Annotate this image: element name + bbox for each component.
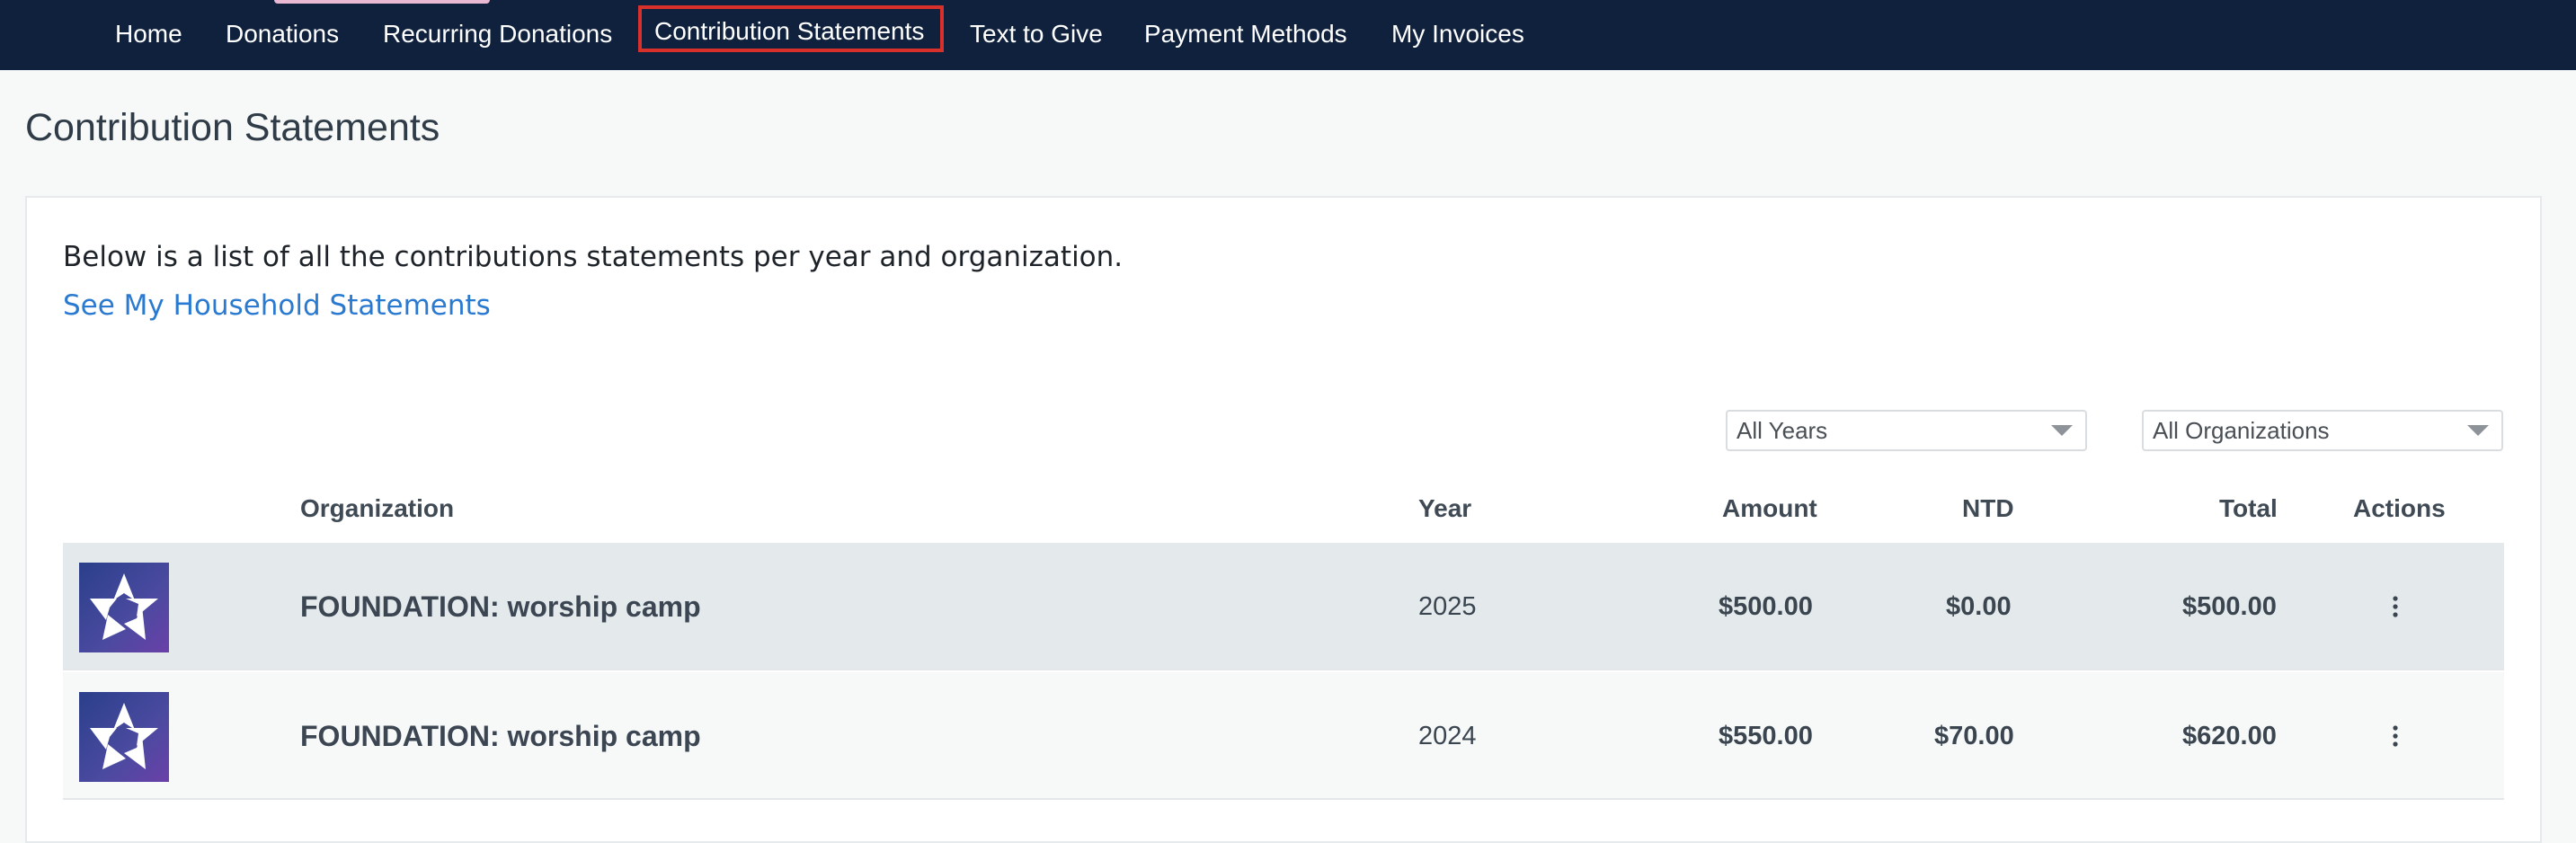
organization-filter-value: All Organizations: [2153, 417, 2330, 444]
year-filter-value: All Years: [1737, 417, 1828, 444]
organization-filter-select[interactable]: All Organizations: [2142, 410, 2503, 451]
top-navigation: Home Donations Recurring Donations Contr…: [0, 0, 2576, 70]
year-cell: 2024: [1418, 722, 1477, 750]
organization-logo-icon: [79, 563, 169, 652]
column-header-total[interactable]: Total: [2219, 494, 2278, 523]
kebab-menu-icon[interactable]: [2382, 723, 2409, 750]
nav-home[interactable]: Home: [115, 0, 182, 67]
total-cell: $620.00: [2182, 722, 2277, 750]
column-header-organization[interactable]: Organization: [300, 494, 454, 523]
intro-text: Below is a list of all the contributions…: [63, 241, 1124, 273]
nav-text-to-give[interactable]: Text to Give: [970, 0, 1103, 67]
amount-cell: $500.00: [1719, 592, 1813, 621]
amount-cell: $550.00: [1719, 722, 1813, 750]
organization-name: FOUNDATION: worship camp: [300, 590, 701, 623]
ntd-cell: $0.00: [1946, 592, 2012, 621]
total-cell: $500.00: [2182, 592, 2277, 621]
column-header-ntd[interactable]: NTD: [1962, 494, 2014, 523]
nav-contribution-statements[interactable]: Contribution Statements: [638, 5, 944, 52]
kebab-menu-icon[interactable]: [2382, 593, 2409, 620]
year-cell: 2025: [1418, 592, 1477, 621]
column-header-year[interactable]: Year: [1418, 494, 1471, 523]
household-statements-link[interactable]: See My Household Statements: [63, 289, 491, 322]
ntd-cell: $70.00: [1934, 722, 2014, 750]
column-header-actions: Actions: [2353, 494, 2446, 522]
organization-name: FOUNDATION: worship camp: [300, 720, 701, 752]
column-header-amount[interactable]: Amount: [1722, 494, 1817, 523]
caret-down-icon: [2467, 425, 2489, 436]
table-row[interactable]: FOUNDATION: worship camp 2024 $550.00 $7…: [63, 672, 2504, 800]
page-title: Contribution Statements: [25, 106, 440, 149]
year-filter-select[interactable]: All Years: [1726, 410, 2087, 451]
table-row[interactable]: FOUNDATION: worship camp 2025 $500.00 $0…: [63, 543, 2504, 670]
nav-my-invoices[interactable]: My Invoices: [1391, 0, 1524, 67]
organization-logo-icon: [79, 692, 169, 782]
nav-donations[interactable]: Donations: [226, 0, 339, 67]
nav-recurring-donations[interactable]: Recurring Donations: [383, 0, 612, 67]
caret-down-icon: [2051, 425, 2073, 436]
nav-payment-methods[interactable]: Payment Methods: [1144, 0, 1347, 67]
